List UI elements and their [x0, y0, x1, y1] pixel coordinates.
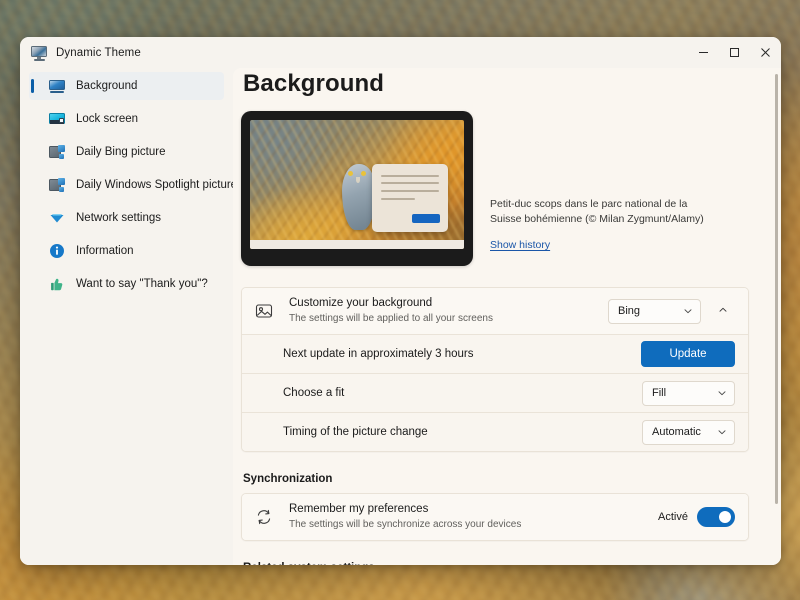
chevron-down-icon: [717, 388, 727, 398]
background-source-select[interactable]: Bing: [608, 299, 701, 324]
related-system-settings-label: Related system settings: [243, 562, 749, 565]
sidebar-item-label: Background: [76, 80, 137, 92]
select-value: Fill: [652, 387, 717, 399]
chevron-down-icon: [683, 306, 693, 316]
window-controls: [688, 37, 781, 68]
sidebar-item-daily-bing-picture[interactable]: Daily Bing picture: [29, 138, 224, 166]
picture-icon: [49, 144, 65, 160]
page-title: Background: [241, 70, 749, 98]
mock-taskbar: [250, 240, 464, 249]
preview-details: Petit-duc scops dans le parc national de…: [490, 111, 706, 253]
select-value: Bing: [618, 305, 683, 317]
monitor-preview-frame: [241, 111, 473, 266]
sidebar-item-network-settings[interactable]: Network settings: [29, 204, 224, 232]
sidebar-item-thank-you[interactable]: Want to say "Thank you"?: [29, 270, 224, 298]
wallpaper-preview-image: [250, 120, 464, 249]
monitor-icon: [49, 78, 65, 94]
remember-preferences-row: Remember my preferences The settings wil…: [242, 494, 748, 540]
close-button[interactable]: [750, 37, 781, 68]
info-icon: [49, 243, 65, 259]
select-value: Automatic: [652, 426, 717, 438]
image-icon: [255, 302, 277, 320]
lock-screen-icon: [49, 111, 65, 127]
row-title: Remember my preferences: [289, 502, 658, 518]
remember-preferences-toggle[interactable]: [697, 507, 735, 527]
sidebar-item-label: Daily Windows Spotlight picture: [76, 179, 237, 191]
sidebar-item-label: Information: [76, 245, 134, 257]
maximize-button[interactable]: [719, 37, 750, 68]
timing-label: Timing of the picture change: [283, 426, 642, 438]
timing-select[interactable]: Automatic: [642, 420, 735, 445]
row-subtitle: The settings will be synchronize across …: [289, 518, 658, 532]
picture-icon: [49, 177, 65, 193]
synchronization-card: Remember my preferences The settings wil…: [241, 493, 749, 541]
owl-photo-subject: [342, 164, 376, 230]
settings-content-area: Background: [233, 68, 781, 565]
toggle-state-label: Activé: [658, 511, 688, 523]
sidebar-item-background[interactable]: Background: [29, 72, 224, 100]
background-preview-block: Petit-duc scops dans le parc national de…: [241, 111, 749, 266]
customize-background-row[interactable]: Customize your background The settings w…: [242, 288, 748, 334]
mock-settings-card: [372, 164, 448, 232]
choose-a-fit-row: Choose a fit Fill: [242, 373, 748, 412]
row-subtitle: The settings will be applied to all your…: [289, 312, 608, 326]
next-update-row: Next update in approximately 3 hours Upd…: [242, 334, 748, 373]
title-bar: Dynamic Theme: [20, 37, 781, 68]
choose-a-fit-label: Choose a fit: [283, 387, 642, 399]
thumbs-up-icon: [49, 276, 65, 292]
window-title: Dynamic Theme: [56, 47, 141, 59]
update-button[interactable]: Update: [641, 341, 735, 367]
sync-icon: [255, 508, 277, 526]
sidebar-item-information[interactable]: Information: [29, 237, 224, 265]
toggle-knob: [719, 511, 731, 523]
content-scrollbar[interactable]: [775, 74, 778, 504]
chevron-down-icon: [717, 427, 727, 437]
sidebar-navigation: Background Lock screen Daily Bing pictur…: [20, 68, 233, 565]
dynamic-theme-window: Dynamic Theme: [20, 37, 781, 565]
network-icon: [49, 210, 65, 226]
customize-background-card: Customize your background The settings w…: [241, 287, 749, 452]
timing-row: Timing of the picture change Automatic: [242, 412, 748, 451]
row-title: Customize your background: [289, 296, 608, 312]
sidebar-item-label: Daily Bing picture: [76, 146, 165, 158]
synchronization-section-label: Synchronization: [243, 473, 749, 485]
sidebar-item-label: Want to say "Thank you"?: [76, 278, 208, 290]
window-body: Background Lock screen Daily Bing pictur…: [20, 68, 781, 565]
show-history-link[interactable]: Show history: [490, 239, 550, 251]
desktop-wallpaper: Dynamic Theme: [0, 0, 800, 600]
image-caption: Petit-duc scops dans le parc national de…: [490, 197, 706, 227]
chevron-up-icon: [718, 302, 728, 320]
selection-indicator: [31, 79, 34, 93]
sidebar-item-label: Lock screen: [76, 113, 138, 125]
app-monitor-icon: [31, 45, 47, 61]
sidebar-item-daily-windows-spotlight-picture[interactable]: Daily Windows Spotlight picture: [29, 171, 224, 199]
sidebar-item-label: Network settings: [76, 212, 161, 224]
sidebar-item-lock-screen[interactable]: Lock screen: [29, 105, 224, 133]
minimize-button[interactable]: [688, 37, 719, 68]
fit-select[interactable]: Fill: [642, 381, 735, 406]
next-update-label: Next update in approximately 3 hours: [283, 348, 641, 360]
collapse-section-button[interactable]: [710, 299, 735, 324]
